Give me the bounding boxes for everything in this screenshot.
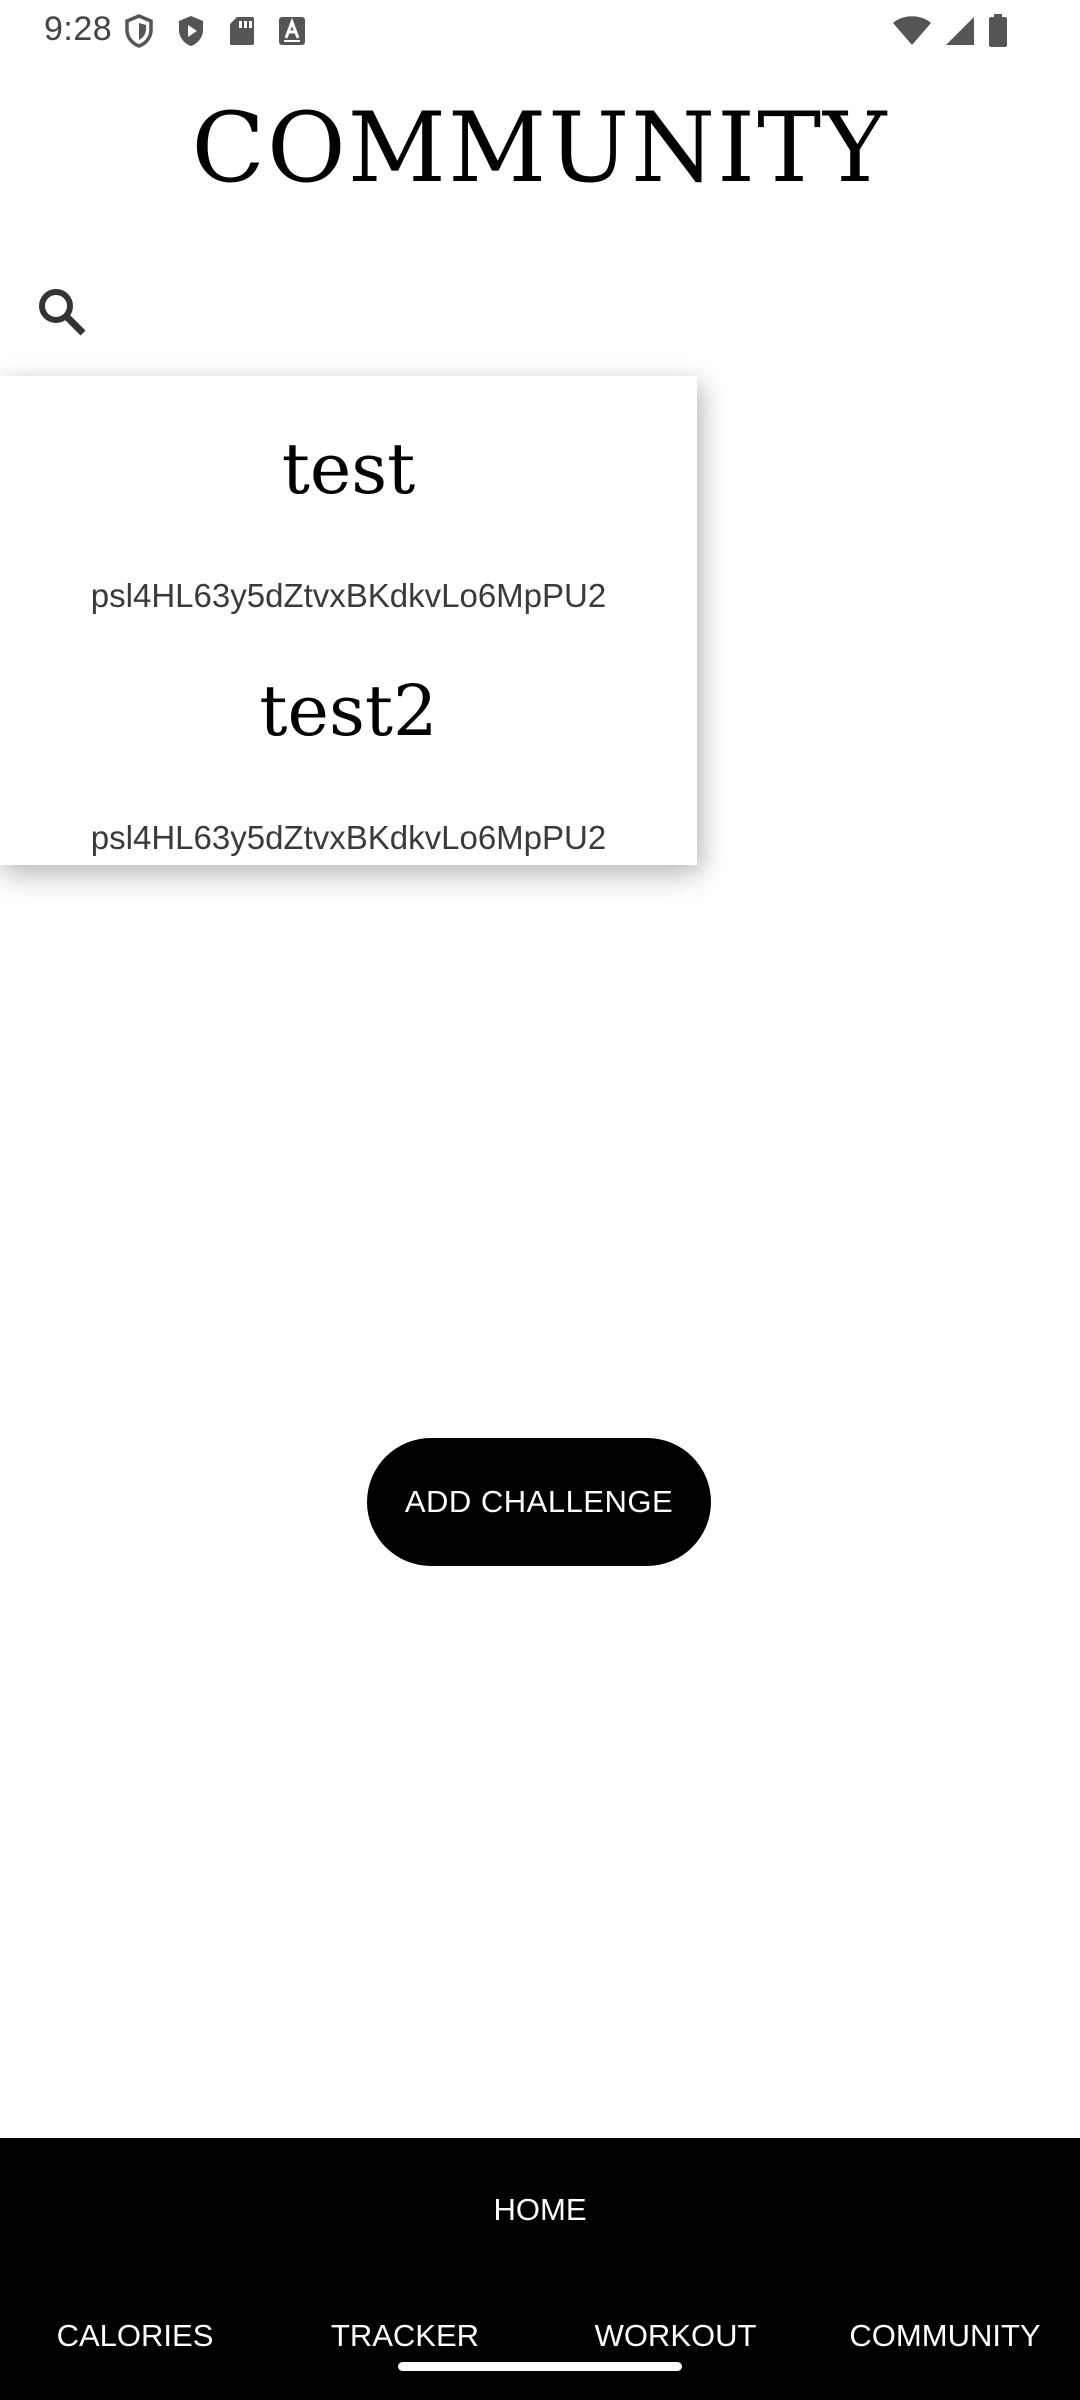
- challenge-item[interactable]: test psl4HL63y5dZtvxBKdkvLo6MpPU2: [0, 376, 697, 620]
- shield-play-icon: [176, 14, 206, 48]
- status-bar: 9:28: [0, 0, 1080, 62]
- nav-item-workout[interactable]: WORKOUT: [578, 2318, 773, 2354]
- status-icons-right: [892, 14, 1008, 48]
- page-title: COMMUNITY: [191, 92, 889, 204]
- battery-icon: [988, 14, 1008, 48]
- nav-item-tracker[interactable]: TRACKER: [310, 2318, 500, 2354]
- challenge-name: test: [281, 428, 416, 510]
- wifi-icon: [892, 15, 932, 47]
- bottom-nav: HOME CALORIES TRACKER WORKOUT COMMUNITY: [0, 2138, 1080, 2400]
- status-icons-left: [124, 14, 306, 48]
- challenge-id: psl4HL63y5dZtvxBKdkvLo6MpPU2: [90, 819, 607, 856]
- text-a-icon: [278, 16, 306, 46]
- gesture-home-indicator[interactable]: [398, 2362, 682, 2371]
- nav-item-community[interactable]: COMMUNITY: [836, 2318, 1054, 2354]
- nav-row: CALORIES TRACKER WORKOUT COMMUNITY: [0, 2318, 1080, 2368]
- sd-card-icon: [228, 15, 256, 47]
- shield-outline-icon: [124, 14, 154, 48]
- search-button[interactable]: [30, 282, 94, 346]
- nav-item-calories[interactable]: CALORIES: [34, 2318, 236, 2354]
- cell-signal-icon: [944, 15, 976, 47]
- add-challenge-button[interactable]: ADD CHALLENGE: [367, 1438, 711, 1566]
- challenge-item[interactable]: test2 psl4HL63y5dZtvxBKdkvLo6MpPU2: [0, 620, 697, 865]
- search-icon: [36, 286, 88, 343]
- challenge-list: test psl4HL63y5dZtvxBKdkvLo6MpPU2 test2 …: [0, 376, 697, 865]
- challenge-id: psl4HL63y5dZtvxBKdkvLo6MpPU2: [90, 577, 607, 614]
- challenge-name: test2: [259, 670, 438, 752]
- status-time: 9:28: [44, 10, 113, 48]
- nav-home[interactable]: HOME: [0, 2192, 1080, 2228]
